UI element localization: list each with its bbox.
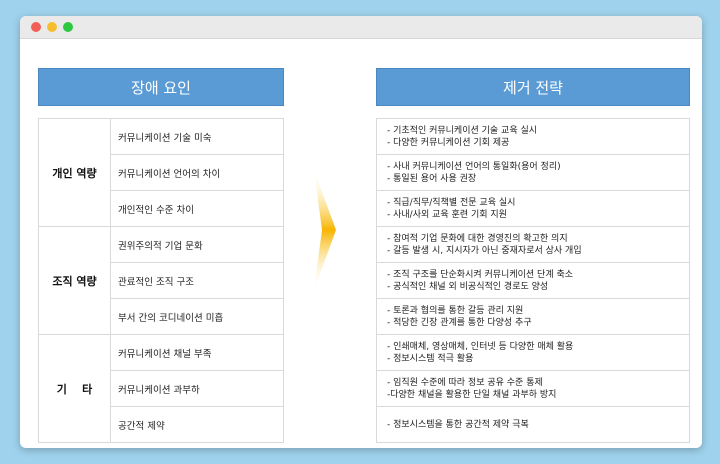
strategy-line: - 사내/사외 교육 훈련 기회 지원 <box>387 209 507 220</box>
close-window-dot[interactable] <box>31 22 41 32</box>
obstacle-item: 개인적인 수준 차이 <box>110 190 284 227</box>
strategy-line: - 정보시스템 적극 활용 <box>387 353 474 364</box>
strategy-line: - 공식적인 채널 외 비공식적인 경로도 양성 <box>387 281 549 292</box>
table-row: 기 타 커뮤니케이션 채널 부족 <box>38 334 284 443</box>
strategy-line: - 기초적인 커뮤니케이션 기술 교육 실시 <box>387 125 538 136</box>
table-row: - 조직 구조를 단순화시켜 커뮤니케이션 단계 축소 - 공식적인 채널 외 비… <box>376 262 690 299</box>
strategy-line: - 임직원 수준에 따라 정보 공유 수준 통제 <box>387 377 543 388</box>
strategy-line: - 토론과 협의를 통한 갈등 관리 지원 <box>387 305 524 316</box>
strategy-line: - 다양한 커뮤니케이션 기회 제공 <box>387 137 510 148</box>
strategy-line: -다양한 채널을 활용한 단일 채널 과부하 방지 <box>387 389 557 400</box>
strategy-cell: - 조직 구조를 단순화시켜 커뮤니케이션 단계 축소 - 공식적인 채널 외 비… <box>376 262 690 299</box>
strategies-table: - 기초적인 커뮤니케이션 기술 교육 실시 - 다양한 커뮤니케이션 기회 제공… <box>376 118 690 443</box>
table-row: - 토론과 협의를 통한 갈등 관리 지원 - 적당한 긴장 관계를 통한 다양성… <box>376 298 690 335</box>
strategy-cell: - 참여적 기업 문화에 대한 경영진의 확고한 의지 - 갈등 발생 시, 지시… <box>376 226 690 263</box>
strategy-line: - 적당한 긴장 관계를 통한 다양성 추구 <box>387 317 532 328</box>
strategy-cell: - 인쇄매체, 영상매체, 인터넷 등 다양한 매체 활용 - 정보시스템 적극 … <box>376 334 690 371</box>
table-row: - 인쇄매체, 영상매체, 인터넷 등 다양한 매체 활용 - 정보시스템 적극 … <box>376 334 690 371</box>
strategy-line: - 조직 구조를 단순화시켜 커뮤니케이션 단계 축소 <box>387 269 574 280</box>
strategy-cell: - 사내 커뮤니케이션 언어의 통일화(용어 정리) - 통일된 용어 사용 권장 <box>376 154 690 191</box>
table-row: - 사내 커뮤니케이션 언어의 통일화(용어 정리) - 통일된 용어 사용 권장 <box>376 154 690 191</box>
obstacle-item: 부서 간의 코디네이션 미흡 <box>110 298 284 335</box>
obstacles-header: 장애 요인 <box>38 68 284 106</box>
obstacle-item: 커뮤니케이션 채널 부족 <box>110 334 284 371</box>
strategy-line: - 인쇄매체, 영상매체, 인터넷 등 다양한 매체 활용 <box>387 341 574 352</box>
strategy-line: - 사내 커뮤니케이션 언어의 통일화(용어 정리) <box>387 161 561 172</box>
table-row: - 직급/직무/직책별 전문 교육 실시 - 사내/사외 교육 훈련 기회 지원 <box>376 190 690 227</box>
strategy-line: - 통일된 용어 사용 권장 <box>387 173 477 184</box>
strategy-cell: - 기초적인 커뮤니케이션 기술 교육 실시 - 다양한 커뮤니케이션 기회 제공 <box>376 118 690 155</box>
strategy-line: - 갈등 발생 시, 지시자가 아닌 중재자로서 상사 개입 <box>387 245 582 256</box>
obstacle-item: 커뮤니케이션 언어의 차이 <box>110 154 284 191</box>
obstacles-table: 개인 역량 커뮤니케이션 기술 미숙 커뮤니케이션 언어의 차이 개인적인 수준… <box>38 118 284 443</box>
strategy-line: - 직급/직무/직책별 전문 교육 실시 <box>387 197 516 208</box>
table-row: - 정보시스템을 통한 공간적 제약 극복 <box>376 406 690 443</box>
table-row: 개인 역량 커뮤니케이션 기술 미숙 <box>38 118 284 227</box>
table-row: - 임직원 수준에 따라 정보 공유 수준 통제 -다양한 채널을 활용한 단일 … <box>376 370 690 407</box>
diagram-content: 장애 요인 제거 전략 개인 역량 커뮤니케이션 기술 미숙 커뮤니케이션 언어… <box>20 40 702 448</box>
minimize-window-dot[interactable] <box>47 22 57 32</box>
strategy-line: - 참여적 기업 문화에 대한 경영진의 확고한 의지 <box>387 233 568 244</box>
browser-window: 장애 요인 제거 전략 개인 역량 커뮤니케이션 기술 미숙 커뮤니케이션 언어… <box>20 16 702 448</box>
right-arrow-icon <box>314 170 336 290</box>
strategy-line: - 정보시스템을 통한 공간적 제약 극복 <box>387 419 529 430</box>
table-row: - 참여적 기업 문화에 대한 경영진의 확고한 의지 - 갈등 발생 시, 지시… <box>376 226 690 263</box>
category-cell: 개인 역량 <box>38 118 111 227</box>
strategies-header: 제거 전략 <box>376 68 690 106</box>
table-row: 조직 역량 권위주의적 기업 문화 <box>38 226 284 335</box>
strategy-cell: - 토론과 협의를 통한 갈등 관리 지원 - 적당한 긴장 관계를 통한 다양성… <box>376 298 690 335</box>
strategy-cell: - 직급/직무/직책별 전문 교육 실시 - 사내/사외 교육 훈련 기회 지원 <box>376 190 690 227</box>
obstacle-item: 권위주의적 기업 문화 <box>110 226 284 263</box>
obstacle-item: 공간적 제약 <box>110 406 284 443</box>
category-cell: 조직 역량 <box>38 226 111 335</box>
obstacle-item: 관료적인 조직 구조 <box>110 262 284 299</box>
obstacle-item: 커뮤니케이션 과부하 <box>110 370 284 407</box>
category-cell: 기 타 <box>38 334 111 443</box>
obstacle-item: 커뮤니케이션 기술 미숙 <box>110 118 284 155</box>
strategy-cell: - 정보시스템을 통한 공간적 제약 극복 <box>376 406 690 443</box>
title-bar <box>20 16 702 39</box>
maximize-window-dot[interactable] <box>63 22 73 32</box>
table-row: - 기초적인 커뮤니케이션 기술 교육 실시 - 다양한 커뮤니케이션 기회 제공 <box>376 118 690 155</box>
strategy-cell: - 임직원 수준에 따라 정보 공유 수준 통제 -다양한 채널을 활용한 단일 … <box>376 370 690 407</box>
